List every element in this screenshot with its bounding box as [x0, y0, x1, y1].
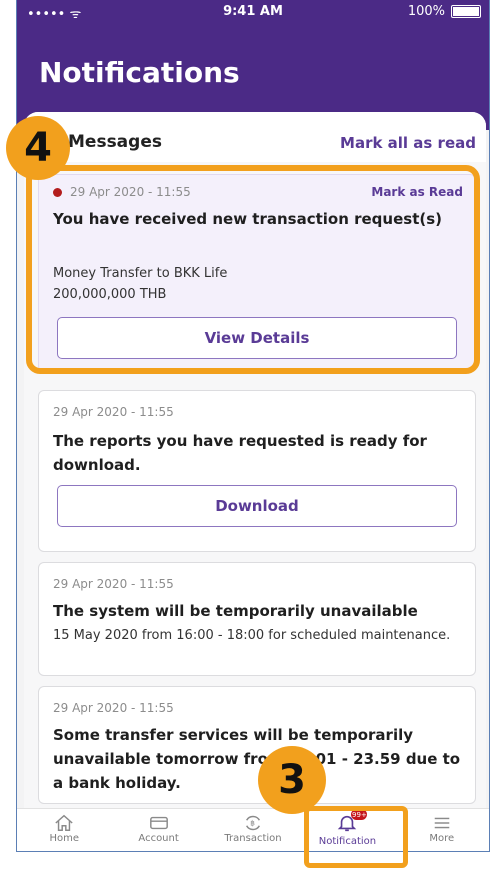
notification-count-badge: 99+	[351, 809, 368, 820]
notification-title: The reports you have requested is ready …	[53, 432, 427, 474]
step-4-badge: 4	[6, 116, 70, 180]
tab-label: Account	[138, 833, 179, 844]
home-icon	[55, 814, 73, 831]
battery-status: 100%	[408, 4, 481, 19]
notification-date: 29 Apr 2020 - 11:55	[53, 185, 191, 199]
notification-body-line: 200,000,000 THB	[53, 287, 167, 302]
download-button[interactable]: Download	[57, 485, 457, 527]
menu-icon	[434, 817, 450, 829]
step-3-badge: 3	[258, 746, 326, 814]
battery-icon	[451, 5, 481, 18]
notification-card[interactable]: 29 Apr 2020 - 11:55 The system will be t…	[38, 562, 476, 676]
notification-body: 15 May 2020 from 16:00 - 18:00 for sched…	[53, 628, 451, 643]
svg-text:฿: ฿	[250, 819, 255, 828]
bell-icon-wrap: 99+	[336, 809, 368, 836]
status-bar: ••••• ᯤ 9:41 AM 100%	[17, 0, 489, 26]
tab-home[interactable]: Home	[17, 809, 111, 851]
notification-date: 29 Apr 2020 - 11:55	[53, 701, 174, 715]
page-title: Notifications	[39, 56, 240, 89]
card-icon	[149, 816, 168, 830]
notification-date: 29 Apr 2020 - 11:55	[53, 405, 174, 419]
notification-card[interactable]: 29 Apr 2020 - 11:55 The reports you have…	[38, 390, 476, 552]
tab-notification[interactable]: 99+ Notification	[300, 809, 394, 851]
tab-account[interactable]: Account	[111, 809, 205, 851]
panel-header: Messages Mark all as read	[24, 112, 486, 162]
mark-all-read-link[interactable]: Mark all as read	[340, 134, 476, 152]
notification-date: 29 Apr 2020 - 11:55	[53, 577, 174, 591]
app-screen: ••••• ᯤ 9:41 AM 100% Notifications Messa…	[16, 0, 490, 852]
tab-transaction[interactable]: ฿ Transaction	[206, 809, 300, 851]
tab-bar: Home Account ฿ Transaction 99+ Notificat…	[17, 808, 489, 851]
mark-as-read-link[interactable]: Mark as Read	[371, 185, 463, 199]
transfer-icon: ฿	[246, 815, 261, 831]
view-details-button[interactable]: View Details	[57, 317, 457, 359]
tab-label: Notification	[318, 836, 377, 847]
tab-label: Transaction	[224, 833, 282, 844]
notification-title: You have received new transaction reques…	[53, 210, 443, 228]
notification-title: The system will be temporarily unavailab…	[53, 602, 418, 620]
tab-label: More	[429, 833, 455, 844]
tab-label: Home	[49, 833, 79, 844]
notification-card[interactable]: 29 Apr 2020 - 11:55 Mark as Read You hav…	[38, 174, 476, 372]
notification-card[interactable]: 29 Apr 2020 - 11:55 Some transfer servic…	[38, 686, 476, 804]
notification-body: Money Transfer to BKK Life 200,000,000 T…	[53, 263, 465, 305]
messages-heading: Messages	[68, 132, 162, 152]
unread-dot-icon	[53, 188, 62, 197]
notifications-panel: Messages Mark all as read 29 Apr 2020 - …	[24, 112, 486, 851]
tab-more[interactable]: More	[395, 809, 489, 851]
battery-percent: 100%	[407, 4, 445, 19]
notification-body-line: Money Transfer to BKK Life	[53, 266, 228, 281]
